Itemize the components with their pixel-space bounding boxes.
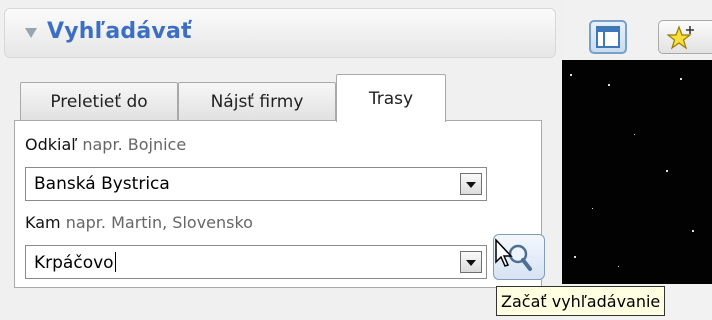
mouse-pointer-icon: [495, 238, 513, 267]
search-panel-header[interactable]: Vyhľadávať: [4, 8, 556, 58]
text-caret: [114, 252, 116, 272]
from-dropdown-arrow-icon[interactable]: [460, 173, 482, 195]
layout-button[interactable]: [589, 20, 627, 54]
map-view[interactable]: [562, 60, 712, 284]
to-input-value-wrap: Krpáčovo: [34, 252, 116, 273]
map-star: [634, 134, 635, 135]
sidebar-layout-icon: [596, 26, 620, 48]
tab-directions[interactable]: Trasy: [336, 74, 446, 122]
to-hint: napr. Martin, Slovensko: [65, 213, 253, 232]
map-star: [618, 266, 619, 267]
to-label: Kam napr. Martin, Slovensko: [25, 213, 253, 232]
map-toolbar: [562, 0, 712, 60]
from-hint: napr. Bojnice: [82, 135, 187, 154]
tab-find-businesses[interactable]: Nájsť firmy: [178, 82, 336, 120]
directions-form: Odkiaľ napr. Bojnice Banská Bystrica Kam…: [14, 120, 545, 288]
add-placemark-star-icon: [667, 25, 694, 50]
from-input[interactable]: Banská Bystrica: [25, 167, 487, 201]
to-input-value: Krpáčovo: [34, 253, 114, 273]
search-panel: Vyhľadávať Preletieť do Nájsť firmy Tras…: [0, 0, 562, 320]
map-star: [592, 208, 593, 209]
add-placemark-button[interactable]: [658, 20, 712, 54]
panel-title: Vyhľadávať: [47, 19, 192, 44]
map-star: [680, 78, 682, 80]
to-dropdown-arrow-icon[interactable]: [460, 251, 482, 273]
to-input[interactable]: Krpáčovo: [25, 245, 487, 279]
map-star: [666, 170, 668, 172]
to-label-text: Kam: [25, 213, 61, 232]
map-star: [570, 74, 572, 76]
from-input-value: Banská Bystrica: [34, 174, 170, 194]
map-star: [608, 84, 610, 86]
tab-fly-to[interactable]: Preletieť do: [20, 82, 178, 120]
search-tooltip: Začať vyhľadávanie: [496, 286, 666, 316]
map-star: [574, 256, 576, 258]
from-label-text: Odkiaľ: [25, 135, 78, 154]
from-label: Odkiaľ napr. Bojnice: [25, 135, 186, 154]
map-star: [692, 230, 694, 232]
collapse-triangle-icon[interactable]: [25, 28, 37, 38]
